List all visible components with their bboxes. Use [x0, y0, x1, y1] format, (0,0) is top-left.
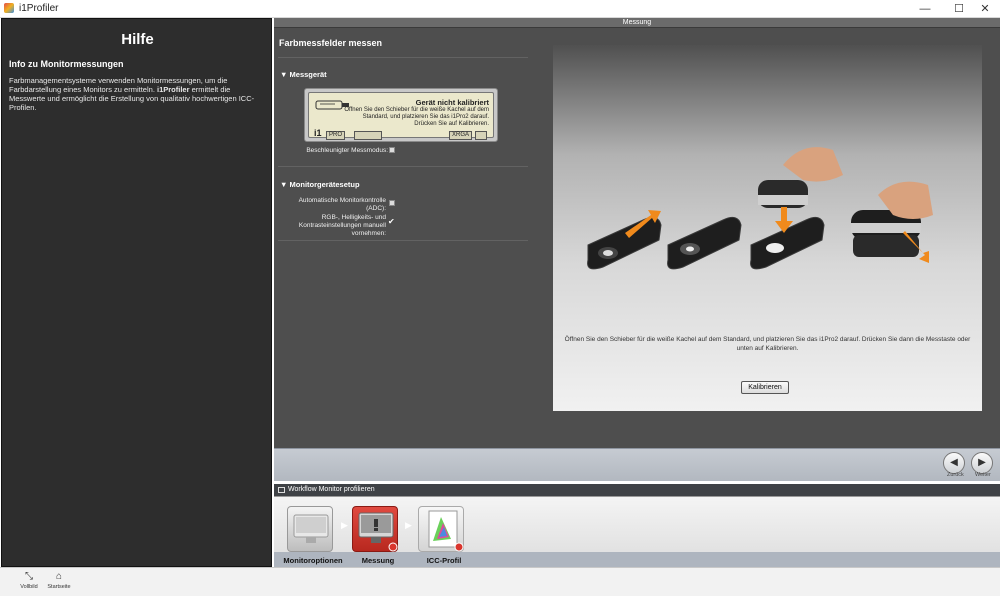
- home-icon: ⌂: [55, 571, 63, 582]
- help-panel: Hilfe Info zu Monitormessungen Farbmanag…: [1, 18, 272, 567]
- step-icc-profile[interactable]: [418, 506, 464, 552]
- calibration-base-3: [750, 147, 843, 270]
- next-label: Weiter: [975, 472, 991, 478]
- device-display: Gerät nicht kalibriert Öffnen Sie den Sc…: [304, 88, 498, 142]
- back-button[interactable]: ◀: [943, 452, 965, 474]
- monitor-icon: [475, 131, 487, 140]
- bottom-toolbar: [0, 567, 1000, 596]
- workflow-header: Workflow Monitor profilieren: [274, 484, 1000, 496]
- monitor-options-icon: [293, 514, 329, 543]
- step-label-icc-profile: ICC-Profil: [426, 556, 462, 565]
- step-arrow-icon: ▶: [405, 520, 412, 530]
- app-icon: [4, 3, 14, 13]
- help-subtitle: Info zu Monitormessungen: [9, 59, 124, 69]
- step-arrow-icon: ▶: [341, 520, 348, 530]
- home-button[interactable]: ⌂ Startseite: [44, 571, 74, 590]
- navigation-strip: [274, 448, 1000, 481]
- minimize-button[interactable]: —: [910, 0, 940, 18]
- device-lcd: Gerät nicht kalibriert Öffnen Sie den Sc…: [308, 92, 494, 140]
- window-titlebar: i1Profiler — ☐ ✕: [0, 0, 1000, 18]
- fast-mode-checkbox[interactable]: [389, 147, 395, 153]
- fullscreen-icon: ⤡: [25, 571, 33, 582]
- device-mode-icon: [354, 131, 382, 140]
- fast-mode-label: Beschleunigter Messmodus:: [306, 147, 388, 154]
- device-logo: i1: [314, 128, 322, 138]
- monitor-icon: [278, 487, 285, 493]
- calibrate-button[interactable]: Kalibrieren: [741, 381, 789, 394]
- divider: [278, 57, 528, 58]
- step-label-monitor-options: Monitoroptionen: [283, 556, 343, 565]
- next-button[interactable]: ▶: [971, 452, 993, 474]
- window-title: i1Profiler: [19, 3, 59, 14]
- fullscreen-button[interactable]: ⤡ Vollbild: [18, 571, 40, 590]
- arrow-left-icon: ◀: [950, 457, 958, 468]
- help-title: Hilfe: [121, 31, 154, 48]
- page-title: Farbmessfelder messen: [279, 38, 383, 48]
- triangle-down-icon: ▼: [280, 180, 288, 189]
- step-measurement[interactable]: [352, 506, 398, 552]
- arrow-right-icon: ▶: [978, 457, 986, 468]
- manual-adjust-label: RGB-, Helligkeits- und Kontrasteinstellu…: [298, 214, 386, 237]
- adc-label: Automatische Monitorkontrolle (ADC):: [298, 197, 386, 212]
- tab-header: Messung: [274, 18, 1000, 28]
- calibration-base-1: [587, 210, 662, 270]
- section-measuring-device[interactable]: ▼ Messgerät: [280, 70, 327, 79]
- step-label-measurement: Messung: [361, 556, 395, 565]
- divider: [278, 240, 528, 241]
- fullscreen-label: Vollbild: [20, 584, 38, 590]
- device-label-xrga: XRGA: [449, 131, 473, 140]
- workflow-title: Workflow Monitor profilieren: [288, 486, 375, 493]
- calibration-illustration: [587, 147, 933, 270]
- tab-header-label: Messung: [622, 19, 652, 26]
- triangle-down-icon: ▼: [280, 70, 288, 79]
- step-monitor-options[interactable]: [287, 506, 333, 552]
- device-status-heading: Gerät nicht kalibriert: [415, 98, 489, 107]
- measurement-icon: [358, 512, 398, 552]
- instruction-image-panel: Öffnen Sie den Schieber für die weiße Ka…: [553, 45, 982, 411]
- close-button[interactable]: ✕: [970, 0, 1000, 18]
- help-text: Farbmanagementsysteme verwenden Monitorm…: [9, 76, 255, 112]
- instruction-caption: Öffnen Sie den Schieber für die weiße Ka…: [564, 336, 971, 352]
- device-label-pro: PRO: [326, 131, 346, 140]
- calibration-base-2: [667, 216, 742, 270]
- adc-checkbox[interactable]: [389, 200, 395, 206]
- manual-adjust-checkbox[interactable]: ✔: [388, 218, 395, 226]
- home-label: Startseite: [47, 584, 71, 590]
- device-status-message: Öffnen Sie den Schieber für die weiße Ka…: [344, 107, 489, 127]
- section-monitor-setup[interactable]: ▼ Monitorgerätesetup: [280, 180, 360, 189]
- back-label: Zurück: [947, 472, 964, 478]
- calibration-base-4: [851, 181, 933, 263]
- icc-profile-icon: [428, 510, 464, 552]
- divider: [278, 166, 528, 167]
